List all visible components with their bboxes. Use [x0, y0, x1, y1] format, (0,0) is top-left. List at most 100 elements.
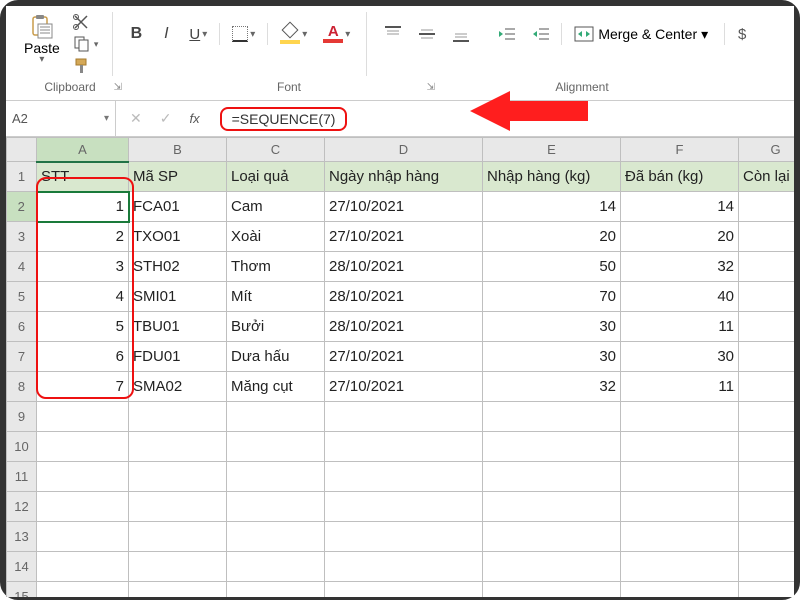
- select-all-corner[interactable]: [7, 138, 37, 162]
- cell[interactable]: [739, 252, 795, 282]
- row-header[interactable]: 5: [7, 282, 37, 312]
- cell[interactable]: [129, 552, 227, 582]
- formula-input[interactable]: =SEQUENCE(7): [220, 107, 348, 131]
- cell[interactable]: [739, 222, 795, 252]
- cell[interactable]: STT: [37, 162, 129, 192]
- accept-formula-button[interactable]: ✓: [152, 106, 180, 131]
- cell[interactable]: 28/10/2021: [325, 282, 483, 312]
- cell[interactable]: [227, 462, 325, 492]
- spreadsheet-grid[interactable]: A B C D E F G 1STTMã SPLoại quảNgày nhập…: [6, 137, 794, 597]
- row-header[interactable]: 7: [7, 342, 37, 372]
- row-header[interactable]: 13: [7, 522, 37, 552]
- cell[interactable]: Còn lại (kg): [739, 162, 795, 192]
- underline-button[interactable]: U▾: [185, 21, 211, 47]
- cell[interactable]: FCA01: [129, 192, 227, 222]
- cell[interactable]: 30: [621, 342, 739, 372]
- cut-button[interactable]: [70, 12, 101, 32]
- cell[interactable]: Mít: [227, 282, 325, 312]
- borders-button[interactable]: ▾: [228, 21, 259, 47]
- increase-indent-button[interactable]: [527, 21, 555, 47]
- cell[interactable]: [739, 402, 795, 432]
- align-bottom-button[interactable]: [447, 21, 475, 47]
- cell[interactable]: SMI01: [129, 282, 227, 312]
- cancel-formula-button[interactable]: ✕: [122, 106, 150, 131]
- cell[interactable]: [739, 282, 795, 312]
- cell[interactable]: 1: [37, 192, 129, 222]
- row-header[interactable]: 10: [7, 432, 37, 462]
- cell[interactable]: [129, 522, 227, 552]
- cell[interactable]: 28/10/2021: [325, 252, 483, 282]
- name-box[interactable]: A2 ▾: [6, 101, 116, 136]
- cell[interactable]: [325, 582, 483, 598]
- cell[interactable]: Thơm: [227, 252, 325, 282]
- cell[interactable]: 11: [621, 312, 739, 342]
- row-header[interactable]: 4: [7, 252, 37, 282]
- cell[interactable]: 4: [37, 282, 129, 312]
- cell[interactable]: [325, 432, 483, 462]
- cell[interactable]: [227, 582, 325, 598]
- cell[interactable]: [483, 492, 621, 522]
- align-top-button[interactable]: [379, 21, 407, 47]
- cell[interactable]: [37, 402, 129, 432]
- cell[interactable]: [621, 492, 739, 522]
- cell[interactable]: 27/10/2021: [325, 222, 483, 252]
- cell[interactable]: [227, 492, 325, 522]
- cell[interactable]: [739, 342, 795, 372]
- cell[interactable]: 50: [483, 252, 621, 282]
- fill-color-button[interactable]: ▾: [276, 21, 311, 47]
- cell[interactable]: TXO01: [129, 222, 227, 252]
- cell[interactable]: [739, 552, 795, 582]
- cell[interactable]: [483, 522, 621, 552]
- cell[interactable]: [227, 402, 325, 432]
- row-header[interactable]: 15: [7, 582, 37, 598]
- cell[interactable]: [37, 492, 129, 522]
- cell[interactable]: 27/10/2021: [325, 372, 483, 402]
- cell[interactable]: [483, 552, 621, 582]
- row-header[interactable]: 3: [7, 222, 37, 252]
- merge-center-button[interactable]: Merge & Center ▾: [568, 24, 714, 45]
- cell[interactable]: [483, 402, 621, 432]
- format-painter-button[interactable]: [70, 56, 101, 76]
- row-header[interactable]: 14: [7, 552, 37, 582]
- cell[interactable]: Mã SP: [129, 162, 227, 192]
- col-header-E[interactable]: E: [483, 138, 621, 162]
- cell[interactable]: 27/10/2021: [325, 342, 483, 372]
- cell[interactable]: TBU01: [129, 312, 227, 342]
- cell[interactable]: [739, 372, 795, 402]
- chevron-down-icon[interactable]: ▾: [104, 113, 109, 124]
- cell[interactable]: [621, 522, 739, 552]
- cell[interactable]: Măng cụt: [227, 372, 325, 402]
- cell[interactable]: [621, 582, 739, 598]
- cell[interactable]: [129, 402, 227, 432]
- cell[interactable]: Bưởi: [227, 312, 325, 342]
- cell[interactable]: STH02: [129, 252, 227, 282]
- cell[interactable]: [227, 522, 325, 552]
- cell[interactable]: [37, 552, 129, 582]
- cell[interactable]: [37, 522, 129, 552]
- cell[interactable]: [325, 522, 483, 552]
- cell[interactable]: Dưa hấu: [227, 342, 325, 372]
- cell[interactable]: 27/10/2021: [325, 192, 483, 222]
- cell[interactable]: [325, 462, 483, 492]
- dialog-launcher-icon[interactable]: ⇲: [114, 82, 122, 93]
- row-header[interactable]: 2: [7, 192, 37, 222]
- cell[interactable]: 6: [37, 342, 129, 372]
- cell[interactable]: [739, 522, 795, 552]
- cell[interactable]: [129, 432, 227, 462]
- cell[interactable]: [739, 432, 795, 462]
- row-header[interactable]: 8: [7, 372, 37, 402]
- cell[interactable]: [227, 552, 325, 582]
- row-header[interactable]: 1: [7, 162, 37, 192]
- cell[interactable]: 32: [621, 252, 739, 282]
- cell[interactable]: [37, 432, 129, 462]
- cell[interactable]: Xoài: [227, 222, 325, 252]
- cell[interactable]: [325, 402, 483, 432]
- font-color-button[interactable]: A ▾: [319, 21, 354, 47]
- paste-button[interactable]: Paste ▾: [20, 12, 64, 67]
- italic-button[interactable]: I: [155, 21, 177, 47]
- cell[interactable]: [621, 552, 739, 582]
- cell[interactable]: Loại quả: [227, 162, 325, 192]
- cell[interactable]: [739, 462, 795, 492]
- cell[interactable]: [325, 552, 483, 582]
- col-header-G[interactable]: G: [739, 138, 795, 162]
